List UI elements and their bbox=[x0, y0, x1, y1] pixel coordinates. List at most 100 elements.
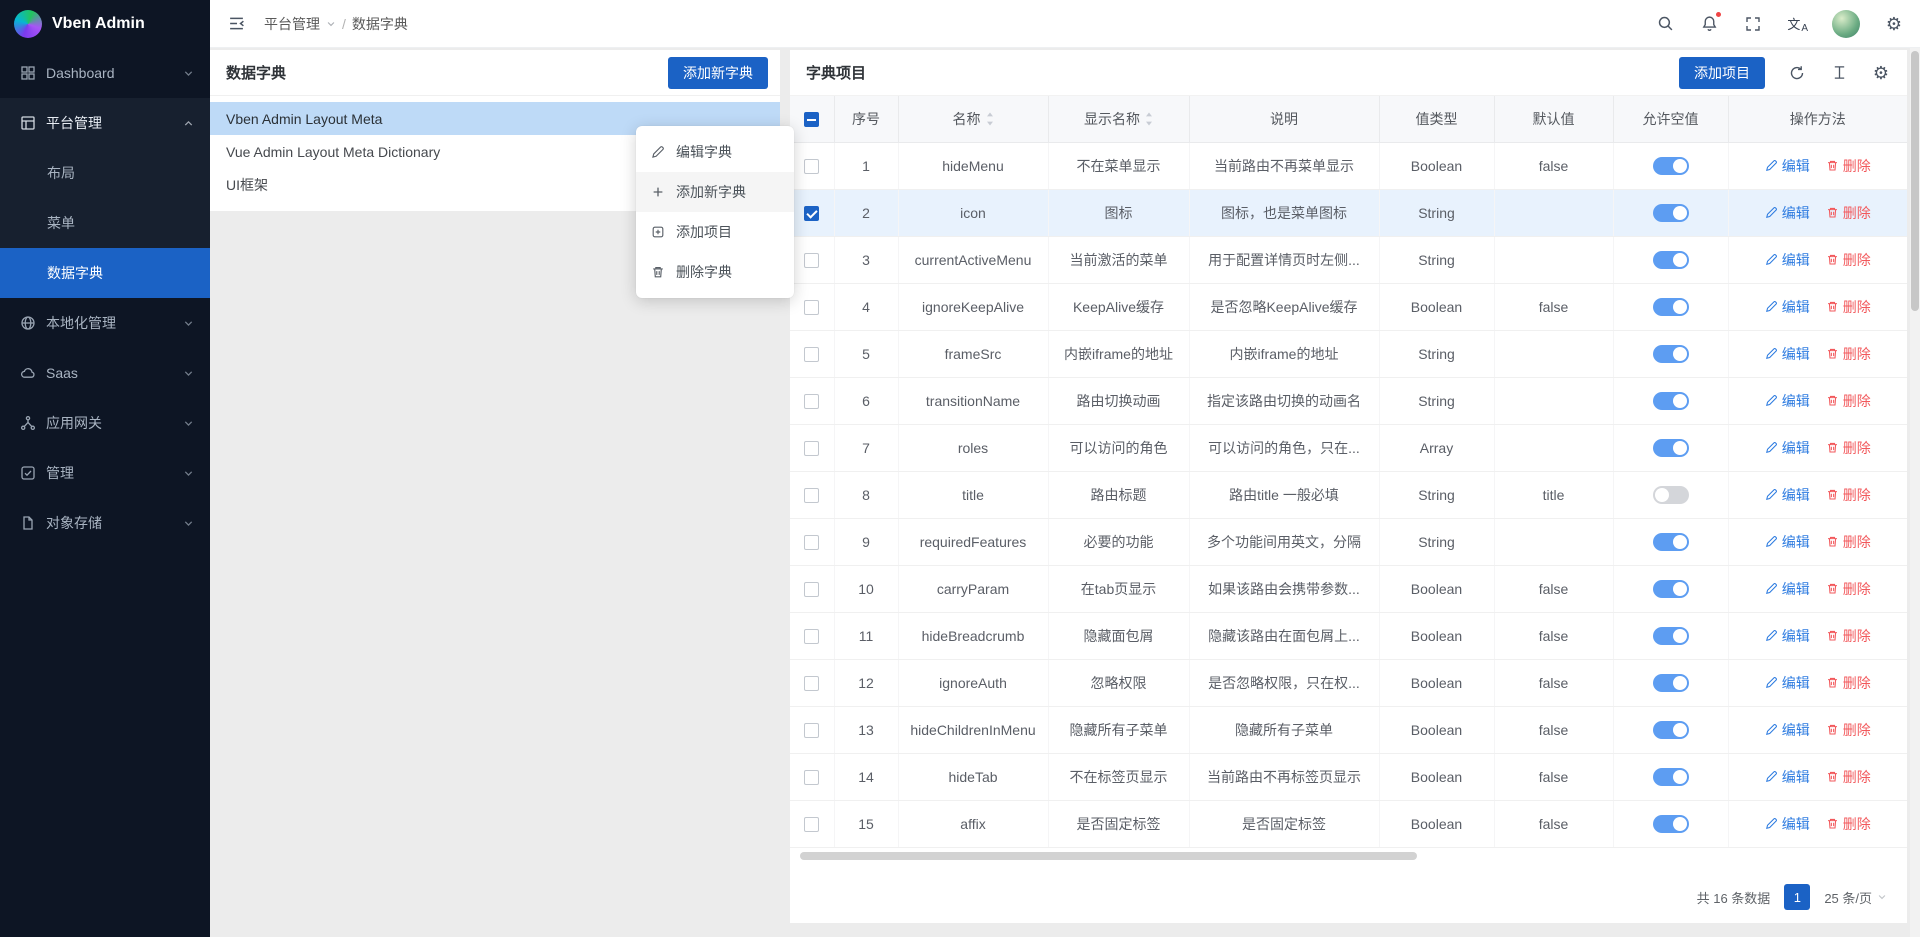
horizontal-scrollbar-thumb[interactable] bbox=[800, 852, 1417, 860]
delete-button[interactable]: 删除 bbox=[1826, 297, 1871, 317]
edit-button[interactable]: 编辑 bbox=[1765, 767, 1810, 787]
allow-null-toggle[interactable] bbox=[1653, 298, 1689, 316]
sidebar-item-platform[interactable]: 平台管理 bbox=[0, 98, 210, 148]
edit-button[interactable]: 编辑 bbox=[1765, 297, 1810, 317]
sidebar-subitem-dict[interactable]: 数据字典 bbox=[0, 248, 210, 298]
search-icon[interactable] bbox=[1655, 14, 1675, 34]
sidebar-item-gateway[interactable]: 应用网关 bbox=[0, 398, 210, 448]
row-checkbox[interactable] bbox=[804, 253, 819, 268]
vertical-scrollbar[interactable] bbox=[1910, 48, 1920, 937]
row-checkbox[interactable] bbox=[804, 488, 819, 503]
horizontal-scrollbar[interactable] bbox=[798, 851, 1899, 861]
sidebar-item-locale[interactable]: 本地化管理 bbox=[0, 298, 210, 348]
row-height-icon[interactable] bbox=[1829, 63, 1849, 83]
column-header-3[interactable]: 显示名称 bbox=[1048, 96, 1189, 142]
settings-gear-icon[interactable]: ⚙ bbox=[1884, 14, 1904, 34]
sidebar-subitem-layout[interactable]: 布局 bbox=[0, 148, 210, 198]
sort-icon[interactable] bbox=[1145, 112, 1153, 126]
allow-null-toggle[interactable] bbox=[1653, 439, 1689, 457]
table-settings-gear-icon[interactable]: ⚙ bbox=[1871, 63, 1891, 83]
column-header-2[interactable]: 名称 bbox=[898, 96, 1048, 142]
allow-null-toggle[interactable] bbox=[1653, 345, 1689, 363]
delete-button[interactable]: 删除 bbox=[1826, 767, 1871, 787]
edit-button[interactable]: 编辑 bbox=[1765, 438, 1810, 458]
row-checkbox[interactable] bbox=[804, 629, 819, 644]
sidebar-subitem-menu[interactable]: 菜单 bbox=[0, 198, 210, 248]
page-size-select[interactable]: 25 条/页 bbox=[1824, 888, 1887, 907]
edit-button[interactable]: 编辑 bbox=[1765, 720, 1810, 740]
delete-button[interactable]: 删除 bbox=[1826, 391, 1871, 411]
allow-null-toggle[interactable] bbox=[1653, 251, 1689, 269]
delete-button[interactable]: 删除 bbox=[1826, 203, 1871, 223]
context-menu-item-add-dict[interactable]: 添加新字典 bbox=[636, 172, 794, 212]
edit-button[interactable]: 编辑 bbox=[1765, 344, 1810, 364]
translate-icon[interactable]: 文A bbox=[1787, 14, 1808, 34]
context-menu-item-edit-dict[interactable]: 编辑字典 bbox=[636, 132, 794, 172]
add-dictionary-button[interactable]: 添加新字典 bbox=[668, 57, 768, 89]
sidebar-item-storage[interactable]: 对象存储 bbox=[0, 498, 210, 548]
select-all-checkbox[interactable] bbox=[804, 112, 819, 127]
delete-button[interactable]: 删除 bbox=[1826, 438, 1871, 458]
row-checkbox[interactable] bbox=[804, 394, 819, 409]
vertical-scrollbar-thumb[interactable] bbox=[1911, 51, 1919, 311]
sidebar-item-dashboard[interactable]: Dashboard bbox=[0, 48, 210, 98]
refresh-icon[interactable] bbox=[1787, 63, 1807, 83]
allow-null-toggle[interactable] bbox=[1653, 721, 1689, 739]
delete-button[interactable]: 删除 bbox=[1826, 673, 1871, 693]
allow-null-toggle[interactable] bbox=[1653, 533, 1689, 551]
delete-button[interactable]: 删除 bbox=[1826, 532, 1871, 552]
context-menu-item-del-dict[interactable]: 删除字典 bbox=[636, 252, 794, 292]
sidebar-item-saas[interactable]: Saas bbox=[0, 348, 210, 398]
row-checkbox[interactable] bbox=[804, 206, 819, 221]
allow-null-toggle[interactable] bbox=[1653, 580, 1689, 598]
row-checkbox[interactable] bbox=[804, 723, 819, 738]
delete-button[interactable]: 删除 bbox=[1826, 250, 1871, 270]
add-item-button[interactable]: 添加项目 bbox=[1679, 57, 1765, 89]
allow-null-toggle[interactable] bbox=[1653, 157, 1689, 175]
delete-button[interactable]: 删除 bbox=[1826, 579, 1871, 599]
edit-button[interactable]: 编辑 bbox=[1765, 673, 1810, 693]
sort-icon[interactable] bbox=[986, 112, 994, 126]
pagination-page-1[interactable]: 1 bbox=[1784, 884, 1810, 910]
delete-label: 删除 bbox=[1843, 767, 1871, 787]
row-checkbox[interactable] bbox=[804, 817, 819, 832]
edit-button[interactable]: 编辑 bbox=[1765, 203, 1810, 223]
delete-button[interactable]: 删除 bbox=[1826, 485, 1871, 505]
delete-button[interactable]: 删除 bbox=[1826, 720, 1871, 740]
edit-button[interactable]: 编辑 bbox=[1765, 532, 1810, 552]
row-checkbox[interactable] bbox=[804, 347, 819, 362]
row-checkbox[interactable] bbox=[804, 300, 819, 315]
row-checkbox[interactable] bbox=[804, 582, 819, 597]
allow-null-toggle[interactable] bbox=[1653, 486, 1689, 504]
edit-button[interactable]: 编辑 bbox=[1765, 626, 1810, 646]
row-checkbox[interactable] bbox=[804, 770, 819, 785]
context-menu-item-add-item[interactable]: 添加项目 bbox=[636, 212, 794, 252]
fullscreen-icon[interactable] bbox=[1743, 14, 1763, 34]
edit-button[interactable]: 编辑 bbox=[1765, 391, 1810, 411]
allow-null-toggle[interactable] bbox=[1653, 815, 1689, 833]
edit-button[interactable]: 编辑 bbox=[1765, 156, 1810, 176]
allow-null-toggle[interactable] bbox=[1653, 674, 1689, 692]
allow-null-toggle[interactable] bbox=[1653, 392, 1689, 410]
edit-button[interactable]: 编辑 bbox=[1765, 814, 1810, 834]
row-checkbox[interactable] bbox=[804, 676, 819, 691]
edit-button[interactable]: 编辑 bbox=[1765, 579, 1810, 599]
row-checkbox[interactable] bbox=[804, 535, 819, 550]
delete-button[interactable]: 删除 bbox=[1826, 344, 1871, 364]
notifications-bell-icon[interactable] bbox=[1699, 14, 1719, 34]
delete-button[interactable]: 删除 bbox=[1826, 814, 1871, 834]
breadcrumb-parent[interactable]: 平台管理 bbox=[264, 14, 320, 34]
edit-button[interactable]: 编辑 bbox=[1765, 485, 1810, 505]
app-logo[interactable]: Vben Admin bbox=[0, 0, 210, 48]
delete-button[interactable]: 删除 bbox=[1826, 626, 1871, 646]
row-checkbox[interactable] bbox=[804, 159, 819, 174]
allow-null-toggle[interactable] bbox=[1653, 768, 1689, 786]
row-checkbox[interactable] bbox=[804, 441, 819, 456]
edit-button[interactable]: 编辑 bbox=[1765, 250, 1810, 270]
user-avatar[interactable] bbox=[1832, 10, 1860, 38]
allow-null-toggle[interactable] bbox=[1653, 627, 1689, 645]
sidebar-item-management[interactable]: 管理 bbox=[0, 448, 210, 498]
sidebar-collapse-icon[interactable] bbox=[226, 14, 246, 34]
allow-null-toggle[interactable] bbox=[1653, 204, 1689, 222]
delete-button[interactable]: 删除 bbox=[1826, 156, 1871, 176]
